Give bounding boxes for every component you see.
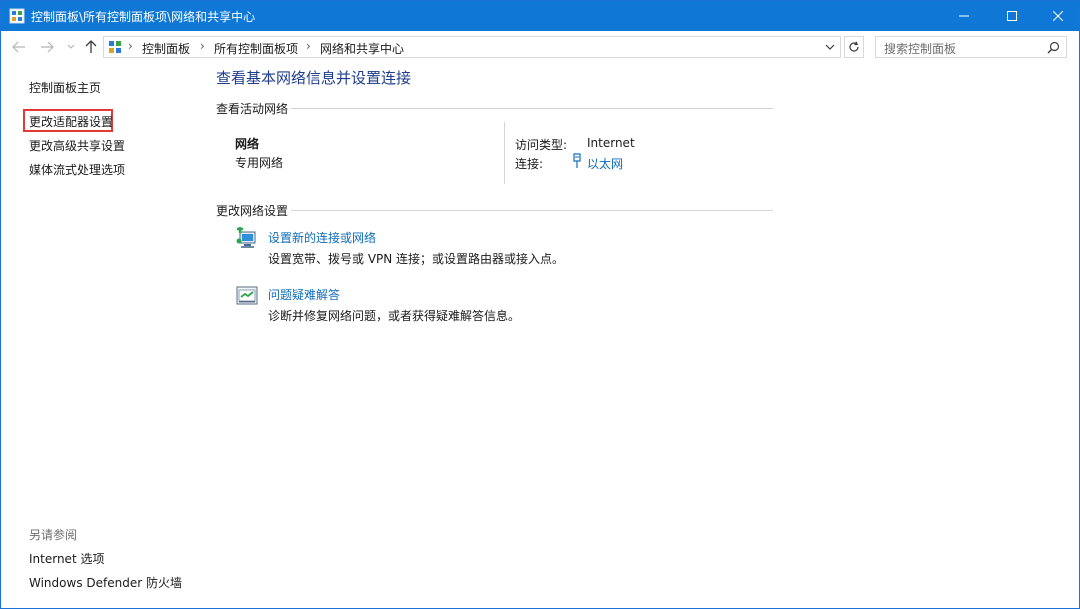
setup-new-connection-desc: 设置宽带、拨号或 VPN 连接；或设置路由器或接入点。	[268, 252, 565, 266]
search-input[interactable]: 搜索控制面板	[875, 36, 1067, 58]
window: 控制面板\所有控制面板项\网络和共享中心 › 控制面板 › 所有控制面板项 › …	[0, 0, 1080, 609]
back-arrow-icon[interactable]	[11, 39, 27, 55]
internet-options-link[interactable]: Internet 选项	[29, 550, 104, 567]
close-button[interactable]	[1035, 1, 1080, 31]
new-connection-icon[interactable]	[235, 227, 259, 251]
chevron-right-icon[interactable]: ›	[306, 39, 311, 53]
left-pane: 控制面板主页 更改适配器设置 更改高级共享设置 媒体流式处理选项 另请参阅 In…	[1, 63, 201, 608]
network-type: 专用网络	[235, 156, 284, 170]
access-type-label: 访问类型:	[515, 138, 568, 152]
control-panel-icon	[9, 8, 25, 24]
search-icon[interactable]	[1047, 41, 1060, 54]
address-bar[interactable]: › 控制面板 › 所有控制面板项 › 网络和共享中心	[103, 36, 841, 58]
refresh-icon	[849, 41, 859, 52]
advanced-sharing-settings-link[interactable]: 更改高级共享设置	[29, 137, 125, 154]
title-bar: 控制面板\所有控制面板项\网络和共享中心	[1, 1, 1079, 31]
troubleshoot-link[interactable]: 问题疑难解答	[268, 286, 340, 303]
chevron-right-icon[interactable]: ›	[200, 39, 205, 53]
change-adapter-settings-link[interactable]: 更改适配器设置	[29, 113, 113, 130]
section-divider	[291, 108, 773, 109]
media-streaming-options-link[interactable]: 媒体流式处理选项	[29, 161, 125, 178]
vertical-divider	[504, 122, 505, 184]
breadcrumb-control-panel[interactable]: 控制面板	[142, 40, 190, 57]
page-title: 查看基本网络信息并设置连接	[216, 69, 412, 87]
access-type-value: Internet	[587, 136, 635, 150]
defender-firewall-link[interactable]: Windows Defender 防火墙	[29, 574, 182, 591]
change-settings-heading: 更改网络设置	[216, 204, 289, 218]
section-divider	[291, 210, 773, 211]
see-also-heading: 另请参阅	[29, 528, 78, 542]
troubleshoot-icon[interactable]	[235, 284, 259, 308]
minimize-button[interactable]	[941, 1, 987, 31]
recent-locations-icon[interactable]	[63, 39, 79, 55]
up-arrow-icon[interactable]	[83, 39, 99, 55]
navigation-bar: › 控制面板 › 所有控制面板项 › 网络和共享中心 搜索控制面板	[1, 31, 1079, 63]
setup-new-connection-link[interactable]: 设置新的连接或网络	[268, 229, 376, 246]
breadcrumb-all-items[interactable]: 所有控制面板项	[214, 40, 298, 57]
active-networks-heading: 查看活动网络	[216, 102, 289, 116]
connection-label: 连接:	[515, 157, 544, 171]
chevron-down-icon[interactable]	[823, 40, 837, 54]
ethernet-icon	[572, 153, 582, 169]
maximize-button[interactable]	[989, 1, 1035, 31]
refresh-button[interactable]	[844, 36, 864, 58]
control-panel-home-link[interactable]: 控制面板主页	[29, 79, 101, 96]
main-content: 查看基本网络信息并设置连接 查看活动网络 网络 专用网络 访问类型: Inter…	[215, 63, 775, 363]
network-name: 网络	[235, 137, 260, 151]
breadcrumb-network-center[interactable]: 网络和共享中心	[320, 40, 404, 57]
troubleshoot-desc: 诊断并修复网络问题，或者获得疑难解答信息。	[268, 309, 521, 323]
ethernet-link[interactable]: 以太网	[587, 155, 623, 172]
chevron-right-icon: ›	[128, 39, 133, 53]
forward-arrow-icon[interactable]	[39, 39, 55, 55]
window-title: 控制面板\所有控制面板项\网络和共享中心	[31, 10, 256, 24]
search-placeholder: 搜索控制面板	[884, 42, 957, 56]
control-panel-icon	[108, 40, 122, 54]
